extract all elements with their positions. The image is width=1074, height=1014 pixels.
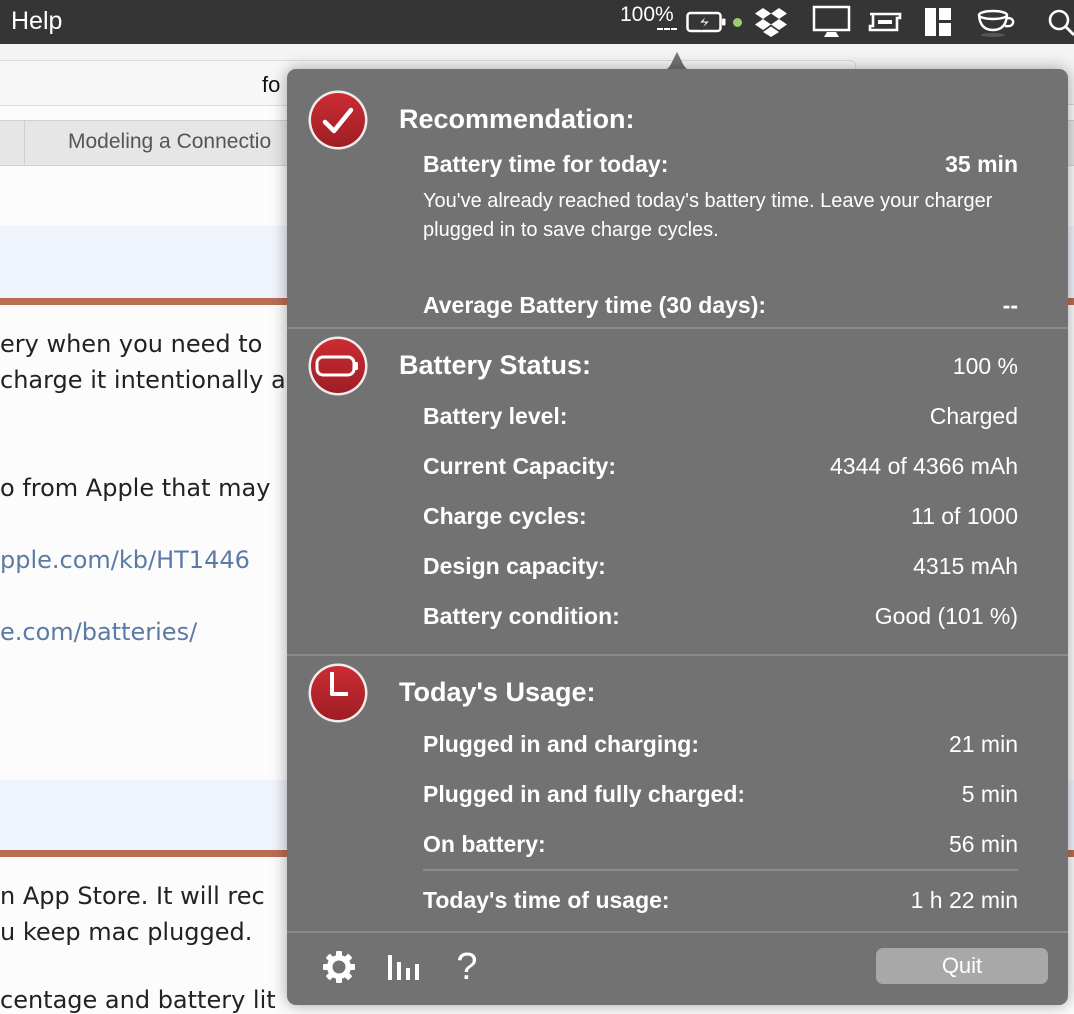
total-usage-value: 1 h 22 min (911, 887, 1018, 914)
dropbox-icon[interactable] (751, 0, 791, 44)
total-usage-label: Today's time of usage: (423, 887, 670, 914)
footer-divider (287, 931, 1068, 933)
page-text-line: n App Store. It will rec (0, 882, 265, 910)
current-capacity-value: 4344 of 4366 mAh (830, 453, 1018, 480)
average-battery-time-label: Average Battery time (30 days): (423, 292, 766, 319)
window-manager-icon[interactable] (866, 0, 904, 44)
battery-condition-label: Battery condition: (423, 603, 620, 630)
layout-icon[interactable] (921, 0, 955, 44)
charge-cycles-label: Charge cycles: (423, 503, 587, 530)
page-text-line: o from Apple that may (0, 474, 270, 502)
status-dot-icon (733, 18, 742, 27)
tab-title[interactable]: Modeling a Connectio (68, 130, 271, 154)
page-link[interactable]: e.com/batteries/ (0, 618, 197, 646)
coffee-cup-icon[interactable] (974, 0, 1018, 44)
section-divider (287, 327, 1068, 329)
menu-help[interactable]: Help (11, 7, 62, 36)
tab-separator (24, 120, 25, 164)
battery-percent-text[interactable]: 100% (620, 3, 674, 27)
quit-button[interactable]: Quit (876, 948, 1048, 984)
current-capacity-label: Current Capacity: (423, 453, 616, 480)
section-divider (287, 654, 1068, 656)
battery-status-title: Battery Status: (399, 350, 591, 381)
page-text-line: u keep mac plugged. (0, 918, 252, 946)
display-icon[interactable] (810, 0, 854, 44)
charge-cycles-value: 11 of 1000 (911, 503, 1018, 530)
on-battery-label: On battery: (423, 831, 546, 858)
battery-level-value: Charged (930, 403, 1018, 430)
battery-time-placeholder (657, 28, 677, 33)
charging-time-label: Plugged in and charging: (423, 731, 699, 758)
page-link[interactable]: pple.com/kb/HT1446 (0, 546, 250, 574)
battery-popover: Recommendation: Battery time for today: … (287, 69, 1068, 1005)
usage-total-divider (423, 869, 1018, 871)
fully-charged-time-value: 5 min (962, 781, 1018, 808)
recommendation-description: You've already reached today's battery t… (423, 187, 1023, 245)
address-bar-text: fo (262, 72, 280, 98)
help-icon[interactable]: ? (447, 947, 487, 987)
battery-time-value: 35 min (945, 151, 1018, 178)
page-text-line: charge it intentionally a (0, 366, 286, 394)
fully-charged-time-label: Plugged in and fully charged: (423, 781, 745, 808)
checkmark-icon (307, 89, 369, 151)
page-text-line: centage and battery lit (0, 986, 276, 1014)
on-battery-value: 56 min (949, 831, 1018, 858)
gear-icon[interactable] (319, 947, 359, 987)
menu-bar: Help 100% (0, 0, 1074, 44)
battery-charging-icon[interactable] (684, 0, 730, 44)
spotlight-search-icon[interactable] (1044, 0, 1074, 44)
page-text-line: ery when you need to (0, 330, 262, 358)
design-capacity-label: Design capacity: (423, 553, 606, 580)
battery-time-label: Battery time for today: (423, 151, 668, 178)
bar-chart-icon[interactable] (383, 947, 423, 987)
usage-title: Today's Usage: (399, 677, 595, 708)
design-capacity-value: 4315 mAh (913, 553, 1018, 580)
battery-level-label: Battery level: (423, 403, 567, 430)
average-battery-time-value: -- (1003, 292, 1018, 319)
recommendation-title: Recommendation: (399, 104, 635, 135)
battery-percent-value: 100 % (953, 353, 1018, 380)
battery-condition-value: Good (101 %) (875, 603, 1018, 630)
battery-icon (307, 335, 369, 397)
clock-icon (307, 662, 369, 724)
charging-time-value: 21 min (949, 731, 1018, 758)
